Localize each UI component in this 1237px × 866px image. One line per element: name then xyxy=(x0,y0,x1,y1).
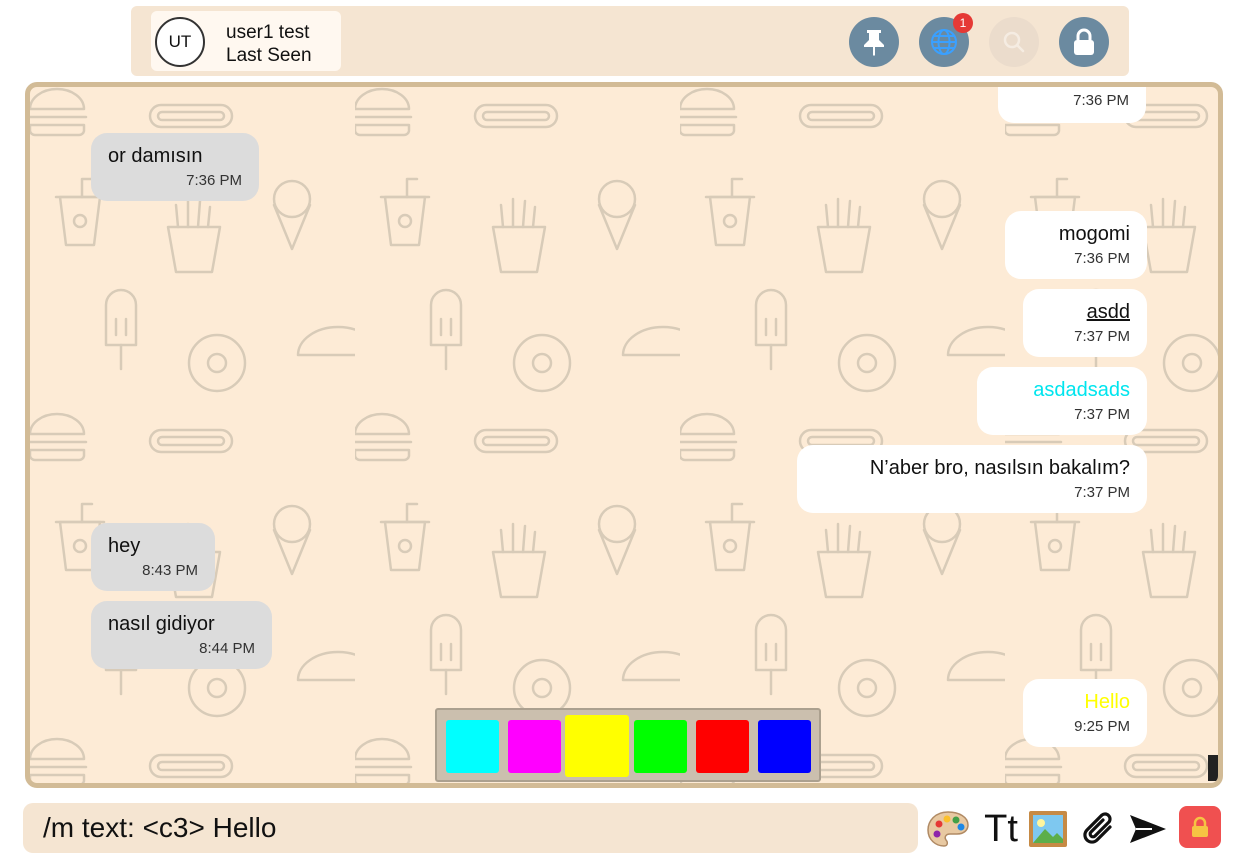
attach-icon xyxy=(1083,812,1112,844)
lock-message-button[interactable] xyxy=(1179,806,1221,848)
color-palette xyxy=(435,708,821,782)
pin-icon xyxy=(864,30,884,56)
message-bubble-outgoing[interactable]: N’aber bro, nasılsın bakalım? 7:37 PM xyxy=(797,445,1147,513)
message-text: asdadsads xyxy=(1033,379,1130,401)
message-time: 7:37 PM xyxy=(1074,406,1130,423)
color-swatch-red[interactable] xyxy=(696,720,749,773)
message-text: or damısın xyxy=(108,145,203,167)
message-bubble-incoming[interactable]: hey 8:43 PM xyxy=(91,523,215,591)
attach-button[interactable] xyxy=(1078,806,1120,852)
send-icon xyxy=(1130,815,1166,843)
color-swatch-green[interactable] xyxy=(634,720,687,773)
message-text: asdd xyxy=(1086,301,1130,323)
message-text: N’aber bro, nasılsın bakalım? xyxy=(869,457,1130,479)
lock-button[interactable] xyxy=(1059,17,1109,67)
message-time: 7:36 PM xyxy=(186,172,242,189)
message-text: mogomi xyxy=(1058,223,1130,245)
message-bubble-outgoing[interactable]: mogomi 7:36 PM xyxy=(1005,211,1147,279)
color-swatch-blue[interactable] xyxy=(758,720,811,773)
message-time: 8:43 PM xyxy=(142,562,198,579)
message-time: 7:37 PM xyxy=(1074,484,1130,501)
message-time: 7:37 PM xyxy=(1074,328,1130,345)
lock-icon xyxy=(1074,28,1094,55)
notification-badge: 1 xyxy=(953,13,973,33)
color-palette-button[interactable] xyxy=(926,806,970,852)
image-button[interactable] xyxy=(1026,806,1070,852)
search-icon xyxy=(1003,31,1025,53)
message-time: 7:36 PM xyxy=(1074,250,1130,267)
globe-button[interactable]: 1 xyxy=(919,13,973,67)
message-time: 7:36 PM xyxy=(1073,92,1129,109)
pin-button[interactable] xyxy=(849,17,899,67)
message-bubble-incoming[interactable]: or damısın 7:36 PM xyxy=(91,133,259,201)
message-input[interactable] xyxy=(23,803,918,853)
color-swatch-magenta[interactable] xyxy=(508,720,561,773)
search-button[interactable] xyxy=(989,17,1039,67)
user-card[interactable]: UT user1 test Last Seen xyxy=(151,11,341,71)
message-time: 8:44 PM xyxy=(199,640,255,657)
message-bubble-outgoing[interactable]: asdd 7:37 PM xyxy=(1023,289,1147,357)
palette-icon xyxy=(927,811,969,847)
text-format-button[interactable]: Tt xyxy=(980,806,1022,852)
chat-area[interactable]: 7:36 PM or damısın 7:36 PM mogomi 7:36 P… xyxy=(25,82,1223,788)
color-swatch-yellow[interactable] xyxy=(565,715,629,777)
color-swatch-cyan[interactable] xyxy=(446,720,499,773)
message-text: nasıl gidiyor xyxy=(108,613,215,635)
image-icon xyxy=(1029,811,1067,847)
globe-icon xyxy=(931,29,957,55)
message-input-container xyxy=(23,803,918,853)
message-bubble-outgoing[interactable]: Hello 9:25 PM xyxy=(1023,679,1147,747)
message-text: Hello xyxy=(1084,691,1130,713)
message-bubble-outgoing[interactable]: asdadsads 7:37 PM xyxy=(977,367,1147,435)
message-text: hey xyxy=(108,535,141,557)
message-time: 9:25 PM xyxy=(1074,718,1130,735)
avatar[interactable]: UT xyxy=(155,17,205,67)
lock-icon xyxy=(1192,816,1208,837)
chat-header: UT user1 test Last Seen 1 xyxy=(131,6,1129,76)
send-button[interactable] xyxy=(1126,806,1170,852)
scrollbar-thumb[interactable] xyxy=(1208,755,1218,781)
message-bubble-outgoing[interactable]: 7:36 PM xyxy=(998,87,1146,123)
message-bubble-incoming[interactable]: nasıl gidiyor 8:44 PM xyxy=(91,601,272,669)
user-status: Last Seen xyxy=(226,45,312,66)
user-name: user1 test xyxy=(226,22,310,43)
